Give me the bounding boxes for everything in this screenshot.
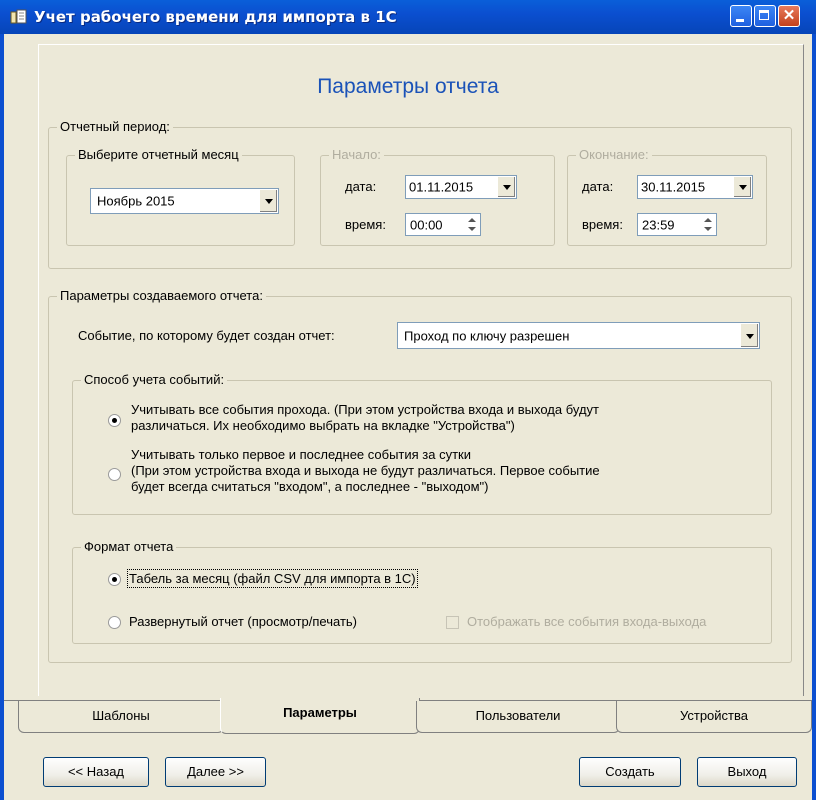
option-first-last-line1[interactable]: Учитывать только первое и последнее собы… <box>131 447 471 462</box>
chevron-down-icon[interactable] <box>497 177 515 197</box>
option-all-line1[interactable]: Учитывать все события прохода. (При этом… <box>131 402 599 417</box>
report-period-legend: Отчетный период: <box>57 119 173 134</box>
event-label: Событие, по которому будет создан отчет: <box>78 328 335 343</box>
format-group: Формат отчета <box>72 539 772 644</box>
spin-up-icon[interactable] <box>700 215 715 225</box>
show-all-events-label: Отображать все события входа-выхода <box>467 614 707 629</box>
chevron-down-icon[interactable] <box>733 177 751 197</box>
end-group-legend: Окончание: <box>576 147 652 162</box>
option-timesheet-label[interactable]: Табель за месяц (файл CSV для импорта в … <box>127 569 418 588</box>
month-group-legend: Выберите отчетный месяц <box>75 147 242 162</box>
maximize-button[interactable] <box>754 5 776 27</box>
tab-devices[interactable]: Устройства <box>616 701 812 733</box>
minimize-button[interactable] <box>730 5 752 27</box>
format-legend: Формат отчета <box>81 539 177 554</box>
radio-all-events[interactable] <box>108 414 121 427</box>
page-title: Параметры отчета <box>317 75 499 98</box>
end-date-picker[interactable]: 30.11.2015 <box>637 175 753 199</box>
back-button[interactable]: << Назад <box>43 757 149 787</box>
close-icon: ✕ <box>782 7 796 24</box>
month-select-value: Ноябрь 2015 <box>97 193 175 209</box>
option-first-last-line3[interactable]: будет всегда считаться "входом", а после… <box>131 479 488 494</box>
title-bar[interactable]: Учет рабочего времени для импорта в 1С ✕ <box>0 0 816 34</box>
end-time-value: 23:59 <box>642 217 675 232</box>
tab-parameters[interactable]: Параметры <box>220 698 420 734</box>
main-window: Учет рабочего времени для импорта в 1С ✕… <box>0 0 816 800</box>
end-time-label: время: <box>582 217 623 232</box>
event-select-value: Проход по ключу разрешен <box>404 328 570 343</box>
radio-first-last[interactable] <box>108 468 121 481</box>
start-group-legend: Начало: <box>329 147 384 162</box>
tab-users[interactable]: Пользователи <box>416 701 620 733</box>
end-time-spinner[interactable]: 23:59 <box>637 213 717 236</box>
option-detailed-label[interactable]: Развернутый отчет (просмотр/печать) <box>129 614 357 629</box>
spin-down-icon[interactable] <box>464 225 479 235</box>
end-date-value: 30.11.2015 <box>641 179 706 195</box>
spin-up-icon[interactable] <box>464 215 479 225</box>
start-date-picker[interactable]: 01.11.2015 <box>405 175 517 199</box>
radio-detailed[interactable] <box>108 616 121 629</box>
next-button[interactable]: Далее >> <box>165 757 266 787</box>
end-date-label: дата: <box>582 179 614 194</box>
chevron-down-icon[interactable] <box>740 324 758 347</box>
chevron-down-icon[interactable] <box>259 190 277 212</box>
option-first-last-line2[interactable]: (При этом устройства входа и выхода не б… <box>131 463 600 478</box>
exit-button[interactable]: Выход <box>697 757 797 787</box>
start-time-spinner[interactable]: 00:00 <box>405 213 481 236</box>
month-select[interactable]: Ноябрь 2015 <box>90 188 279 214</box>
start-date-label: дата: <box>345 179 377 194</box>
start-time-value: 00:00 <box>410 217 443 232</box>
start-time-label: время: <box>345 217 386 232</box>
window-title: Учет рабочего времени для импорта в 1С <box>34 8 397 26</box>
option-all-line2[interactable]: различаться. Их необходимо выбрать на вк… <box>131 418 515 433</box>
report-params-legend: Параметры создаваемого отчета: <box>57 288 266 303</box>
radio-timesheet[interactable] <box>108 573 121 586</box>
tab-templates[interactable]: Шаблоны <box>18 701 224 733</box>
spin-down-icon[interactable] <box>700 225 715 235</box>
event-select[interactable]: Проход по ключу разрешен <box>397 322 760 349</box>
show-all-events-checkbox[interactable] <box>446 616 459 629</box>
start-date-value: 01.11.2015 <box>409 179 474 195</box>
close-button[interactable]: ✕ <box>778 5 800 27</box>
create-button[interactable]: Создать <box>579 757 681 787</box>
app-icon <box>10 9 27 24</box>
accounting-legend: Способ учета событий: <box>81 372 228 387</box>
